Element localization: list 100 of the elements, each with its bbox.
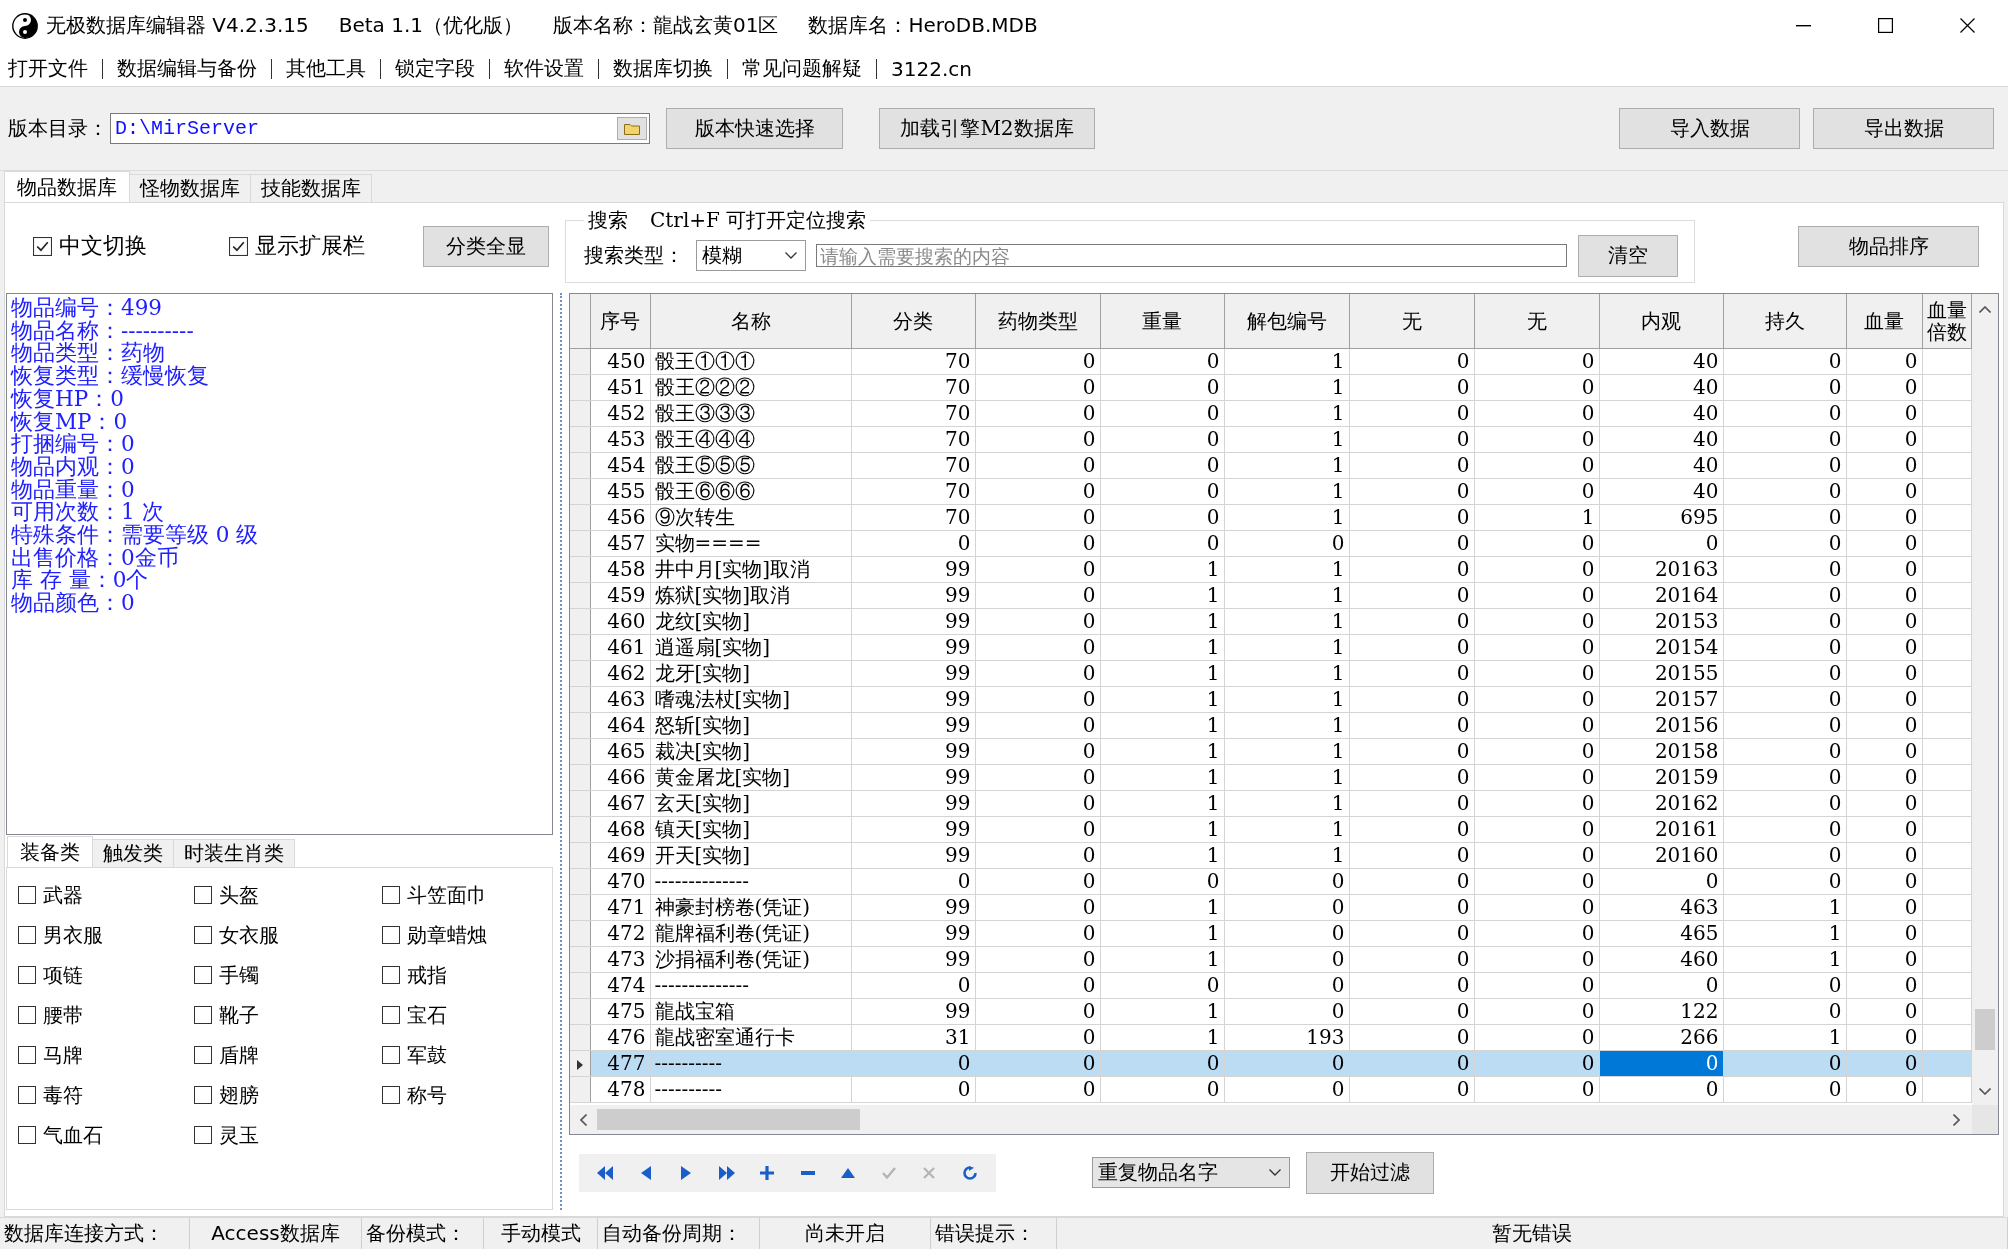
plus-icon[interactable]: [760, 1165, 775, 1180]
menu-item[interactable]: 其他工具: [286, 55, 366, 82]
column-header[interactable]: 名称: [650, 294, 851, 348]
filter-button[interactable]: 开始过滤: [1306, 1151, 1434, 1194]
table-row[interactable]: 462 龙牙[实物] 99 0 1 1 0 0 20155 0 0: [570, 660, 1971, 686]
category-checkbox[interactable]: 项链: [18, 961, 194, 989]
category-checkbox[interactable]: 毒符: [18, 1081, 194, 1109]
checkbox-icon[interactable]: [382, 1006, 400, 1024]
table-row[interactable]: 451 骰王②②② 70 0 0 1 0 0 40 0 0: [570, 374, 1971, 400]
table-row[interactable]: 454 骰王⑤⑤⑤ 70 0 0 1 0 0 40 0 0: [570, 452, 1971, 478]
scrollbar-thumb[interactable]: [597, 1109, 860, 1130]
skip-back-icon[interactable]: [597, 1165, 614, 1180]
toolbar-button[interactable]: 导出数据: [1813, 108, 1994, 149]
checkbox-icon[interactable]: [382, 926, 400, 944]
table-row[interactable]: 459 炼狱[实物]取消 99 0 1 1 0 0 20164 0 0: [570, 582, 1971, 608]
checkbox-icon[interactable]: [33, 236, 52, 256]
minimize-icon[interactable]: [1795, 24, 1811, 27]
toolbar-button[interactable]: 版本快速选择: [666, 108, 843, 149]
show-all-button[interactable]: 分类全显: [423, 225, 549, 267]
toolbar-button[interactable]: 导入数据: [1619, 108, 1800, 149]
search-field[interactable]: 请输入需要搜索的内容: [816, 244, 1567, 267]
menu-item[interactable]: 3122.cn: [891, 56, 972, 81]
minus-icon[interactable]: [800, 1170, 815, 1175]
checkbox-icon[interactable]: [229, 236, 248, 256]
search-type-dropdown[interactable]: 模糊: [696, 240, 806, 271]
option-checkbox[interactable]: 中文切换: [33, 231, 147, 261]
category-checkbox[interactable]: 翅膀: [194, 1081, 382, 1109]
directory-field[interactable]: D:\MirServer: [110, 113, 650, 144]
chevron-up-icon[interactable]: [1979, 306, 1991, 313]
vertical-scrollbar[interactable]: [1972, 294, 1998, 1105]
table-row[interactable]: 458 井中月[实物]取消 99 0 1 1 0 0 20163 0 0: [570, 556, 1971, 582]
table-row[interactable]: 471 神豪封榜卷(凭证) 99 0 1 0 0 0 463 1 0: [570, 894, 1971, 920]
checkbox-icon[interactable]: [382, 966, 400, 984]
checkbox-icon[interactable]: [194, 966, 212, 984]
table-row[interactable]: 472 龍牌福利卷(凭证) 99 0 1 0 0 0 465 1 0: [570, 920, 1971, 946]
column-header[interactable]: 无: [1474, 294, 1599, 348]
category-checkbox[interactable]: 男衣服: [18, 921, 194, 949]
category-checkbox[interactable]: 武器: [18, 881, 194, 909]
table-row[interactable]: 469 开天[实物] 99 0 1 1 0 0 20160 0 0: [570, 842, 1971, 868]
table-row[interactable]: 470 -------------- 0 0 0 0 0 0 0 0 0: [570, 868, 1971, 894]
checkbox-icon[interactable]: [18, 1126, 36, 1144]
table-row[interactable]: 456 ⑨次转生 70 0 0 1 0 1 695 0 0: [570, 504, 1971, 530]
category-checkbox[interactable]: 女衣服: [194, 921, 382, 949]
maximize-icon[interactable]: [1877, 18, 1893, 33]
table-row[interactable]: 450 骰王①①① 70 0 0 1 0 0 40 0 0: [570, 348, 1971, 374]
toolbar-button[interactable]: 加载引擎M2数据库: [879, 108, 1095, 149]
category-checkbox[interactable]: 头盔: [194, 881, 382, 909]
checkbox-icon[interactable]: [194, 1046, 212, 1064]
category-checkbox[interactable]: 靴子: [194, 1001, 382, 1029]
category-checkbox[interactable]: 灵玉: [194, 1121, 382, 1149]
category-tab[interactable]: 装备类: [7, 836, 93, 867]
browse-button[interactable]: [617, 117, 647, 140]
column-header[interactable]: 持久: [1723, 294, 1846, 348]
table-row[interactable]: 465 裁决[实物] 99 0 1 1 0 0 20158 0 0: [570, 738, 1971, 764]
chevron-right-icon[interactable]: [1953, 1113, 1960, 1126]
filter-dropdown[interactable]: 重复物品名字: [1092, 1157, 1290, 1188]
table-row[interactable]: 474 -------------- 0 0 0 0 0 0 0 0 0: [570, 972, 1971, 998]
table-row[interactable]: 478 ---------- 0 0 0 0 0 0 0 0 0: [570, 1076, 1971, 1102]
category-checkbox[interactable]: 戒指: [382, 961, 552, 989]
table-row[interactable]: 452 骰王③③③ 70 0 0 1 0 0 40 0 0: [570, 400, 1971, 426]
table-row[interactable]: 466 黄金屠龙[实物] 99 0 1 1 0 0 20159 0 0: [570, 764, 1971, 790]
category-tab[interactable]: 时装生肖类: [173, 839, 295, 867]
checkbox-icon[interactable]: [382, 1086, 400, 1104]
column-header[interactable]: 血量: [1846, 294, 1922, 348]
category-tab[interactable]: 触发类: [92, 839, 174, 867]
column-header[interactable]: 序号: [590, 294, 650, 348]
table-row[interactable]: 475 龍战宝箱 99 0 1 0 0 0 122 0 0: [570, 998, 1971, 1024]
table-row[interactable]: 468 镇天[实物] 99 0 1 1 0 0 20161 0 0: [570, 816, 1971, 842]
checkbox-icon[interactable]: [18, 886, 36, 904]
menu-item[interactable]: 软件设置: [504, 55, 584, 82]
chevron-down-icon[interactable]: [1979, 1088, 1991, 1095]
checkbox-icon[interactable]: [194, 886, 212, 904]
table-row[interactable]: 477 ---------- 0 0 0 0 0 0 0 0 0: [570, 1050, 1971, 1076]
table-row[interactable]: 463 嗜魂法杖[实物] 99 0 1 1 0 0 20157 0 0: [570, 686, 1971, 712]
checkbox-icon[interactable]: [194, 1006, 212, 1024]
checkbox-icon[interactable]: [18, 966, 36, 984]
menu-item[interactable]: 常见问题解疑: [742, 55, 862, 82]
category-checkbox[interactable]: 斗笠面巾: [382, 881, 552, 909]
category-checkbox[interactable]: 气血石: [18, 1121, 194, 1149]
table-row[interactable]: 460 龙纹[实物] 99 0 1 1 0 0 20153 0 0: [570, 608, 1971, 634]
category-checkbox[interactable]: 马牌: [18, 1041, 194, 1069]
tab[interactable]: 技能数据库: [250, 174, 372, 202]
sort-button[interactable]: 物品排序: [1798, 225, 1979, 267]
table-row[interactable]: 467 玄天[实物] 99 0 1 1 0 0 20162 0 0: [570, 790, 1971, 816]
clear-button[interactable]: 清空: [1578, 234, 1678, 277]
menu-item[interactable]: 数据编辑与备份: [117, 55, 257, 82]
category-checkbox[interactable]: 宝石: [382, 1001, 552, 1029]
column-header[interactable]: 重量: [1100, 294, 1224, 348]
category-checkbox[interactable]: 勋章蜡烛: [382, 921, 552, 949]
checkbox-icon[interactable]: [194, 1126, 212, 1144]
scrollbar-thumb[interactable]: [1975, 1009, 1995, 1050]
table-row[interactable]: 455 骰王⑥⑥⑥ 70 0 0 1 0 0 40 0 0: [570, 478, 1971, 504]
category-checkbox[interactable]: 军鼓: [382, 1041, 552, 1069]
option-checkbox[interactable]: 显示扩展栏: [229, 231, 365, 261]
checkbox-icon[interactable]: [18, 1046, 36, 1064]
column-header[interactable]: 无: [1349, 294, 1474, 348]
checkbox-icon[interactable]: [382, 886, 400, 904]
refresh-icon[interactable]: [962, 1165, 977, 1180]
checkbox-icon[interactable]: [18, 1006, 36, 1024]
category-checkbox[interactable]: 腰带: [18, 1001, 194, 1029]
